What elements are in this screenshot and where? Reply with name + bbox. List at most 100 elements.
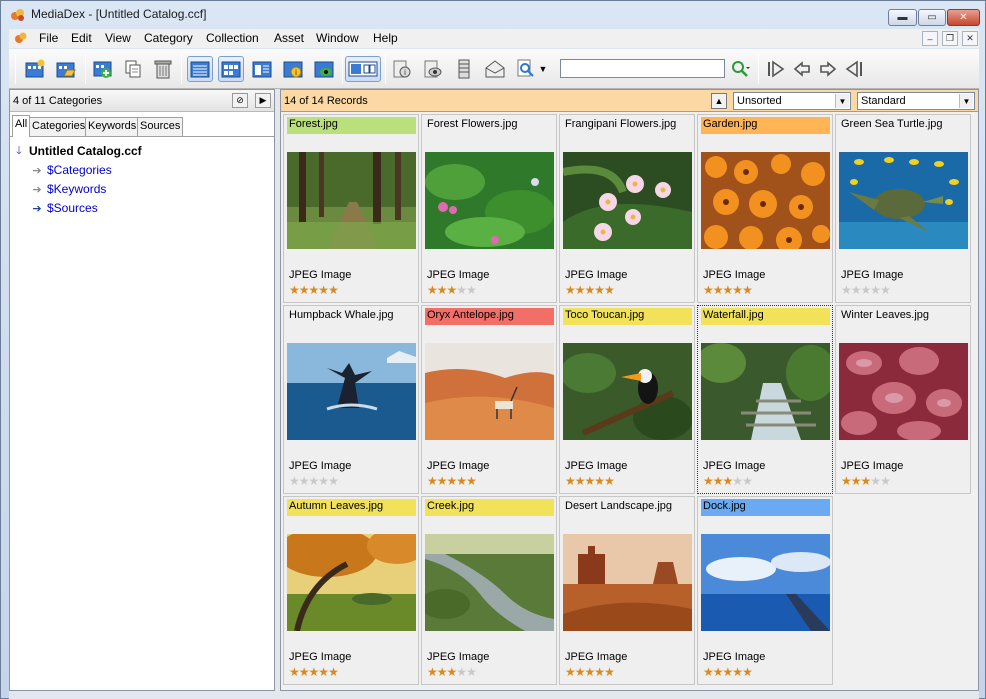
menu-collection[interactable]: Collection — [206, 31, 259, 45]
star-icon[interactable]: ★ — [604, 665, 615, 679]
star-icon[interactable]: ★ — [880, 474, 891, 488]
menu-help[interactable]: Help — [373, 31, 398, 45]
rating-stars[interactable]: ★★★★★ — [703, 283, 753, 297]
asset-info-button[interactable]: i — [280, 56, 306, 82]
title-bar[interactable]: MediaDex - [Untitled Catalog.ccf] ▬ ▭ ✕ — [1, 1, 985, 28]
asset-card-frangipani-flowers[interactable]: Frangipani Flowers.jpg JPEG Image ★★★★★ — [559, 114, 695, 303]
rating-stars[interactable]: ★★★★★ — [703, 665, 753, 679]
star-icon[interactable]: ★ — [466, 283, 477, 297]
star-icon[interactable]: ★ — [732, 474, 743, 488]
asset-card-winter-leaves[interactable]: Winter Leaves.jpg JPEG Image ★★★★★ — [835, 305, 971, 494]
star-icon[interactable]: ★ — [447, 665, 458, 679]
asset-card-dock[interactable]: Dock.jpg JPEG Image ★★★★★ — [697, 496, 833, 685]
star-icon[interactable]: ★ — [456, 665, 467, 679]
open-catalog-button[interactable] — [53, 56, 79, 82]
star-icon[interactable]: ★ — [575, 283, 586, 297]
rating-stars[interactable]: ★★★★★ — [703, 474, 753, 488]
star-icon[interactable]: ★ — [594, 665, 605, 679]
first-record-button[interactable] — [763, 56, 789, 82]
star-icon[interactable]: ★ — [309, 474, 320, 488]
star-icon[interactable]: ★ — [427, 474, 438, 488]
star-icon[interactable]: ★ — [318, 283, 329, 297]
email-button[interactable] — [482, 56, 508, 82]
star-icon[interactable]: ★ — [713, 283, 724, 297]
tab-sources[interactable]: Sources — [137, 117, 184, 136]
menu-file[interactable]: File — [39, 31, 58, 45]
asset-card-garden[interactable]: Garden.jpg JPEG Image ★★★★★ — [697, 114, 833, 303]
tree-item-sources[interactable]: ➔ $Sources — [30, 199, 97, 217]
mdi-close-button[interactable]: ✕ — [962, 31, 978, 46]
asset-card-autumn-leaves[interactable]: Autumn Leaves.jpg JPEG Image ★★★★★ — [283, 496, 419, 685]
delete-button[interactable] — [150, 56, 176, 82]
menu-view[interactable]: View — [105, 31, 131, 45]
asset-card-oryx-antelope[interactable]: Oryx Antelope.jpg JPEG Image ★★★★★ — [421, 305, 557, 494]
tree-item-keywords[interactable]: ➔ $Keywords — [30, 180, 106, 198]
star-icon[interactable]: ★ — [447, 474, 458, 488]
asset-card-forest[interactable]: Forest.jpg JPEG Image ★★★★★ — [283, 114, 419, 303]
star-icon[interactable]: ★ — [437, 665, 448, 679]
asset-card-toco-toucan[interactable]: Toco Toucan.jpg JPEG Image ★★★★★ — [559, 305, 695, 494]
menu-edit[interactable]: Edit — [71, 31, 92, 45]
star-icon[interactable]: ★ — [870, 474, 881, 488]
menu-category[interactable]: Category — [144, 31, 193, 45]
star-icon[interactable]: ★ — [713, 474, 724, 488]
asset-card-creek[interactable]: Creek.jpg JPEG Image ★★★★★ — [421, 496, 557, 685]
rating-stars[interactable]: ★★★★★ — [427, 665, 477, 679]
star-icon[interactable]: ★ — [318, 474, 329, 488]
star-icon[interactable]: ★ — [594, 283, 605, 297]
search-button[interactable] — [727, 56, 753, 82]
star-icon[interactable]: ★ — [594, 474, 605, 488]
preview-button[interactable] — [311, 56, 337, 82]
rating-stars[interactable]: ★★★★★ — [565, 665, 615, 679]
last-record-button[interactable] — [841, 56, 867, 82]
view-asset-button[interactable] — [420, 56, 446, 82]
properties-button[interactable]: i — [389, 56, 415, 82]
star-icon[interactable]: ★ — [861, 283, 872, 297]
view-thumbnails-button[interactable] — [218, 56, 244, 82]
star-icon[interactable]: ★ — [427, 665, 438, 679]
zoom-dropdown[interactable]: ▼ — [536, 56, 550, 82]
menu-window[interactable]: Window — [316, 31, 359, 45]
star-icon[interactable]: ★ — [456, 474, 467, 488]
star-icon[interactable]: ★ — [565, 283, 576, 297]
sort-select[interactable]: Unsorted ▼ — [733, 92, 851, 110]
star-icon[interactable]: ★ — [466, 474, 477, 488]
star-icon[interactable]: ★ — [575, 665, 586, 679]
view-details-button[interactable] — [187, 56, 213, 82]
star-icon[interactable]: ★ — [870, 283, 881, 297]
star-icon[interactable]: ★ — [299, 665, 310, 679]
add-asset-button[interactable] — [90, 56, 116, 82]
star-icon[interactable]: ★ — [466, 665, 477, 679]
asset-card-humpback-whale[interactable]: Humpback Whale.jpg JPEG Image ★★★★★ — [283, 305, 419, 494]
star-icon[interactable]: ★ — [604, 283, 615, 297]
star-icon[interactable]: ★ — [299, 474, 310, 488]
star-icon[interactable]: ★ — [456, 283, 467, 297]
star-icon[interactable]: ★ — [328, 665, 339, 679]
star-icon[interactable]: ★ — [851, 474, 862, 488]
tree-root[interactable]: 🡓 Untitled Catalog.ccf — [12, 142, 142, 160]
asset-card-waterfall[interactable]: Waterfall.jpg JPEG Image ★★★★★ — [697, 305, 833, 494]
star-icon[interactable]: ★ — [575, 474, 586, 488]
star-icon[interactable]: ★ — [703, 283, 714, 297]
star-icon[interactable]: ★ — [328, 283, 339, 297]
star-icon[interactable]: ★ — [309, 283, 320, 297]
tab-all[interactable]: All — [12, 115, 31, 137]
star-icon[interactable]: ★ — [309, 665, 320, 679]
star-icon[interactable]: ★ — [723, 474, 734, 488]
star-icon[interactable]: ★ — [289, 283, 300, 297]
star-icon[interactable]: ★ — [585, 283, 596, 297]
star-icon[interactable]: ★ — [289, 665, 300, 679]
film-button[interactable] — [451, 56, 477, 82]
rating-stars[interactable]: ★★★★★ — [841, 474, 891, 488]
star-icon[interactable]: ★ — [328, 474, 339, 488]
new-catalog-button[interactable] — [22, 56, 48, 82]
star-icon[interactable]: ★ — [703, 474, 714, 488]
mdi-minimize-button[interactable]: – — [922, 31, 938, 46]
star-icon[interactable]: ★ — [318, 665, 329, 679]
star-icon[interactable]: ★ — [427, 283, 438, 297]
star-icon[interactable]: ★ — [732, 665, 743, 679]
star-icon[interactable]: ★ — [841, 283, 852, 297]
rating-stars[interactable]: ★★★★★ — [289, 665, 339, 679]
document-logo-icon[interactable] — [13, 30, 29, 46]
star-icon[interactable]: ★ — [851, 283, 862, 297]
